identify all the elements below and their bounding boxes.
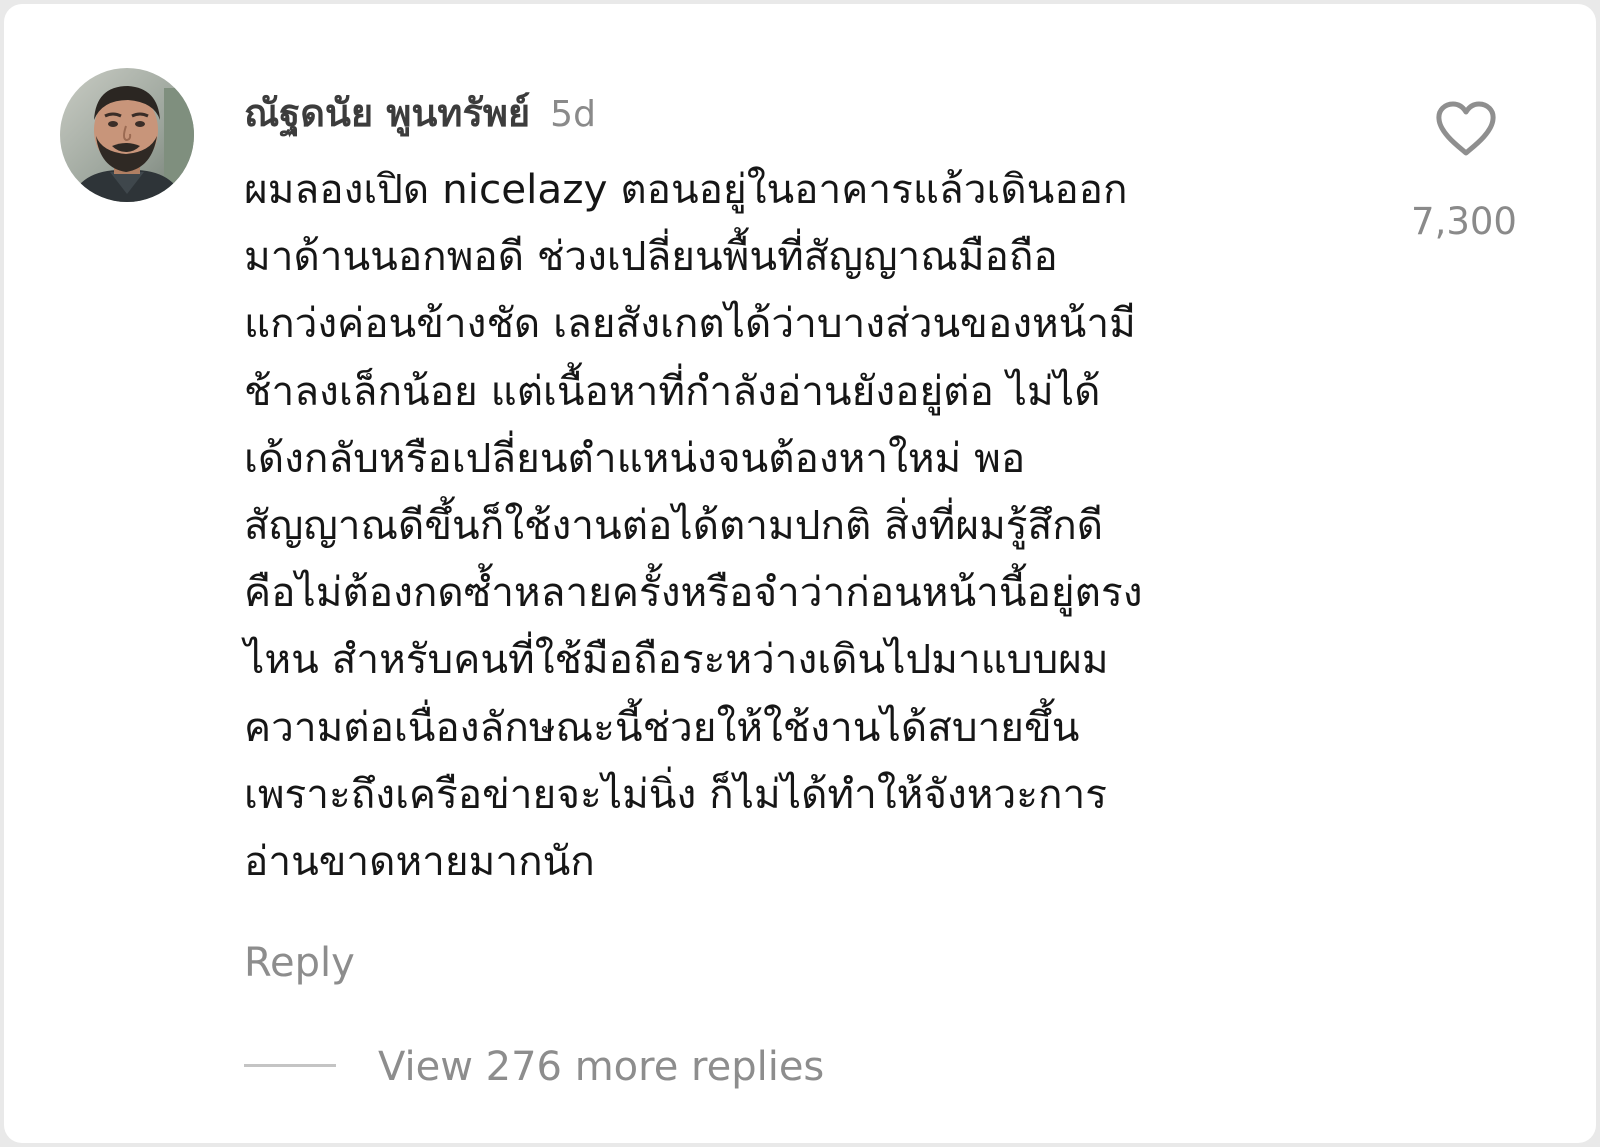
author-name[interactable]: ณัฐดนัย พูนทรัพย์ xyxy=(244,82,530,143)
comment-line: เด้งกลับหรือเปลี่ยนตำแหน่งจนต้องหาใหม่ พ… xyxy=(244,433,1026,482)
comment-line: ความต่อเนื่องลักษณะนี้ช่วยให้ใช้งานได้สบ… xyxy=(244,702,1080,751)
heart-outline-icon xyxy=(1436,101,1496,156)
comment-line: ช้าลงเล็กน้อย แต่เนื้อหาที่กำลังอ่านยังอ… xyxy=(244,366,1101,415)
comment-header: ณัฐดนัย พูนทรัพย์ 5d xyxy=(244,82,596,135)
comment-line: ไหน สำหรับคนที่ใช้มือถือระหว่างเดินไปมาแ… xyxy=(244,635,1109,684)
comment-line: ผมลองเปิด nicelazy ตอนอยู่ในอาคารแล้วเดิ… xyxy=(244,165,1128,213)
view-more-replies-button[interactable]: View 276 more replies xyxy=(378,1044,824,1090)
comment-line: เพราะถึงเครือข่ายจะไม่นิ่ง ก็ไม่ได้ทำให้… xyxy=(244,769,1108,818)
comment-line: มาด้านนอกพอดี ช่วงเปลี่ยนพื้นที่สัญญาณมื… xyxy=(244,232,1058,281)
comment-card: ณัฐดนัย พูนทรัพย์ 5d ผมลองเปิด nicelazy … xyxy=(4,4,1596,1143)
comment-timestamp: 5d xyxy=(550,94,596,135)
reply-button[interactable]: Reply xyxy=(244,940,355,986)
like-button[interactable] xyxy=(1434,100,1498,158)
replies-divider xyxy=(244,1064,336,1067)
comment-text: ผมลองเปิด nicelazy ตอนอยู่ในอาคารแล้วเดิ… xyxy=(244,156,1374,895)
comment-line: สัญญาณดีขึ้นก็ใช้งานต่อได้ตามปกติ สิ่งที… xyxy=(244,501,1104,550)
like-count: 7,300 xyxy=(1411,200,1517,243)
avatar-photo xyxy=(60,68,194,202)
comment-line: คือไม่ต้องกดซ้ำหลายครั้งหรือจำว่าก่อนหน้… xyxy=(244,568,1143,617)
comment-line: อ่านขาดหายมากนัก xyxy=(244,837,595,886)
comment-line: แกว่งค่อนข้างชัด เลยสังเกตได้ว่าบางส่วนข… xyxy=(244,299,1136,348)
avatar[interactable] xyxy=(60,68,194,202)
